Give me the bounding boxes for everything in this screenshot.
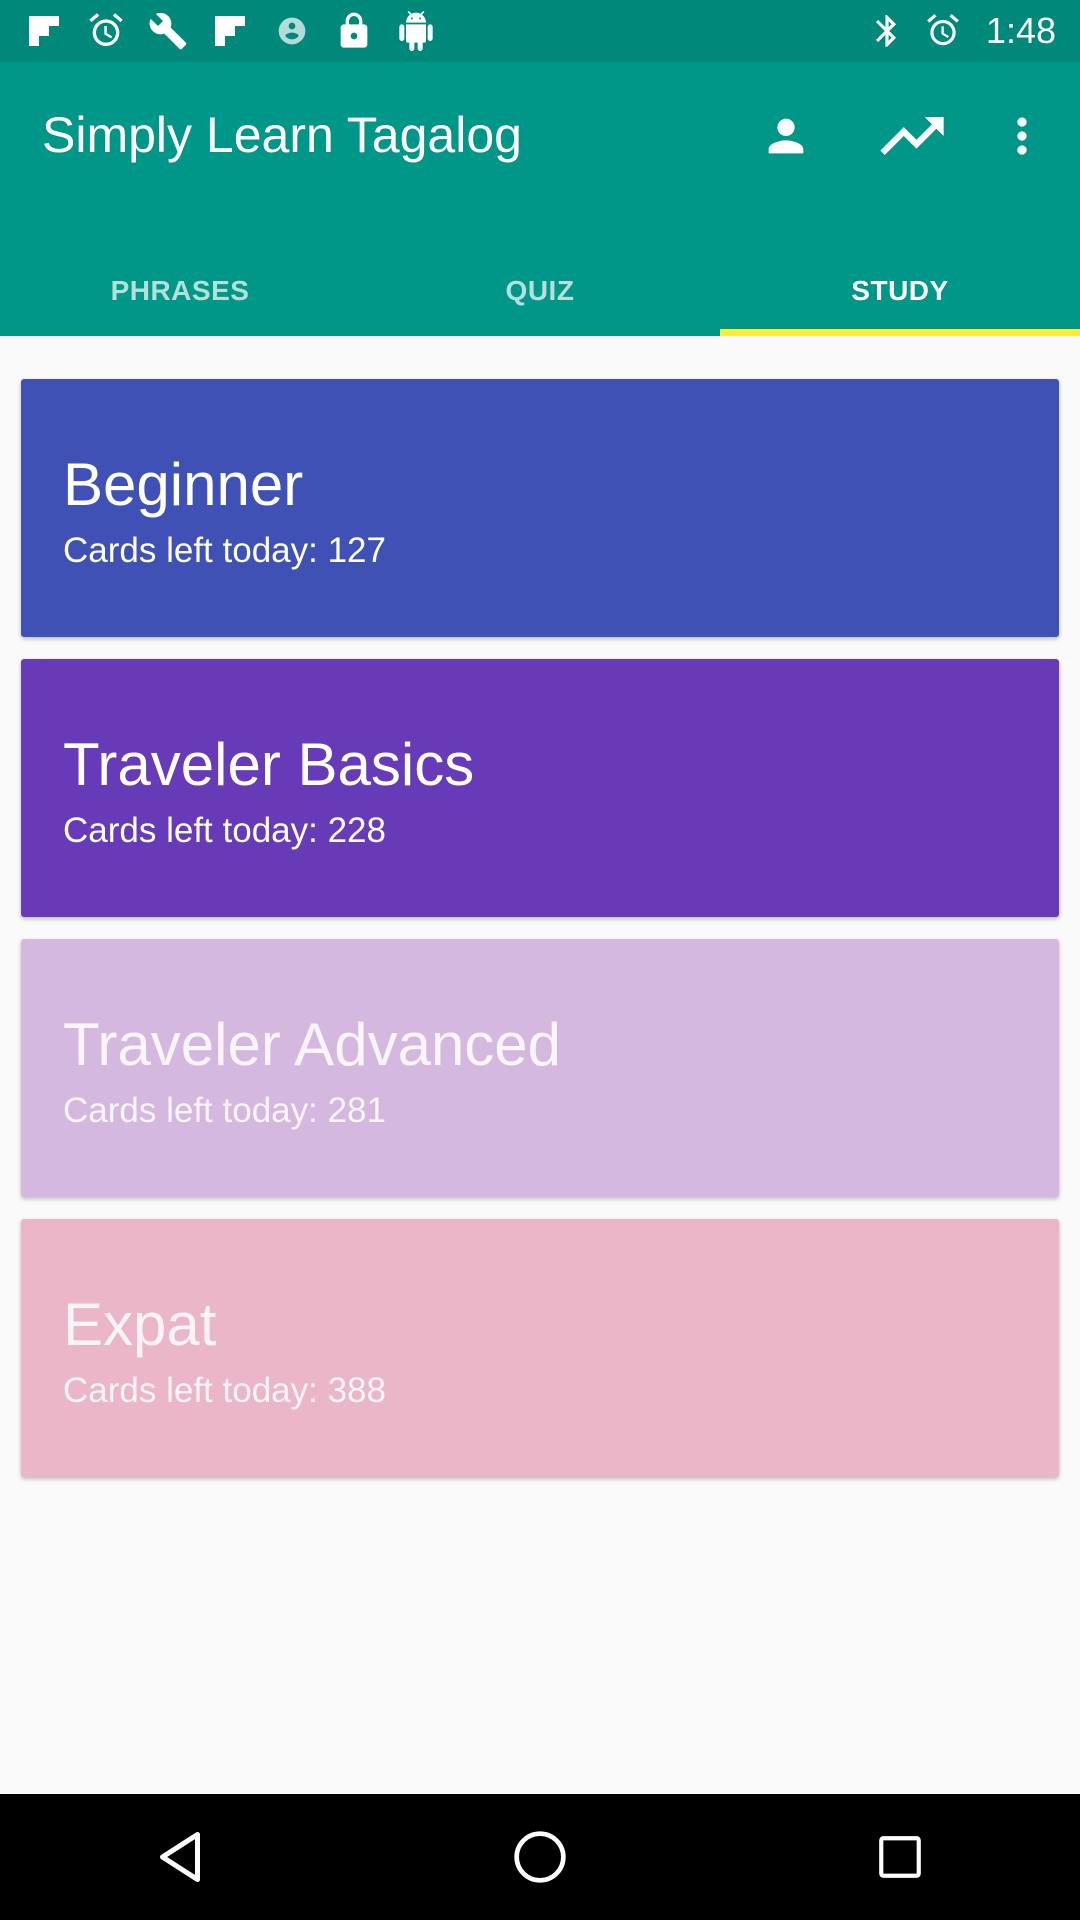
person-icon	[768, 118, 804, 154]
status-bar: 1:48	[0, 0, 1080, 62]
tab-bar: PHRASES QUIZ STUDY	[0, 246, 1080, 336]
alarm-icon	[927, 14, 959, 46]
tab-study[interactable]: STUDY	[720, 246, 1080, 336]
flipboard-icon	[215, 16, 245, 46]
wrench-icon	[149, 12, 187, 50]
home-icon	[514, 1831, 566, 1883]
android-icon	[399, 11, 433, 51]
deck-card-beginner[interactable]: Beginner Cards left today: 127	[21, 379, 1059, 637]
flipboard-icon	[29, 16, 59, 46]
notification-icons	[24, 11, 436, 51]
deck-cards-left: Cards left today: 228	[63, 811, 386, 850]
deck-cards-left: Cards left today: 281	[63, 1091, 386, 1130]
more-vert-icon	[1017, 117, 1027, 155]
deck-title: Expat	[63, 1291, 217, 1358]
home-button[interactable]	[495, 1812, 585, 1902]
app-title: Simply Learn Tagalog	[42, 107, 522, 163]
deck-card-expat[interactable]: Expat Cards left today: 388	[21, 1219, 1059, 1477]
recents-button[interactable]	[855, 1812, 945, 1902]
deck-card-traveler-basics[interactable]: Traveler Basics Cards left today: 228	[21, 659, 1059, 917]
trending-up-icon	[880, 117, 944, 155]
deck-title: Traveler Advanced	[63, 1011, 562, 1078]
alarm-icon	[89, 13, 123, 47]
system-indicators: 1:48	[868, 10, 1056, 52]
app-bar: Simply Learn Tagalog PHRASES QUIZ STUDY	[0, 62, 1080, 336]
sync-icon	[278, 17, 306, 45]
clock: 1:48	[985, 10, 1056, 51]
profile-button[interactable]	[746, 96, 826, 176]
tab-quiz[interactable]: QUIZ	[360, 246, 720, 336]
back-icon	[160, 1832, 200, 1882]
recents-icon	[879, 1836, 921, 1878]
deck-cards-left: Cards left today: 127	[63, 531, 386, 570]
navigation-bar	[0, 1794, 1080, 1920]
progress-button[interactable]	[872, 96, 952, 176]
more-options-button[interactable]	[982, 96, 1062, 176]
back-button[interactable]	[135, 1812, 225, 1902]
lock-icon	[340, 12, 368, 48]
deck-card-traveler-advanced[interactable]: Traveler Advanced Cards left today: 281	[21, 939, 1059, 1197]
deck-title: Traveler Basics	[63, 731, 475, 798]
deck-title: Beginner	[63, 451, 304, 518]
tab-phrases[interactable]: PHRASES	[0, 246, 360, 336]
deck-cards-left: Cards left today: 388	[63, 1371, 386, 1410]
bluetooth-icon	[875, 15, 896, 47]
deck-list: Beginner Cards left today: 127 Traveler …	[21, 379, 1059, 1499]
